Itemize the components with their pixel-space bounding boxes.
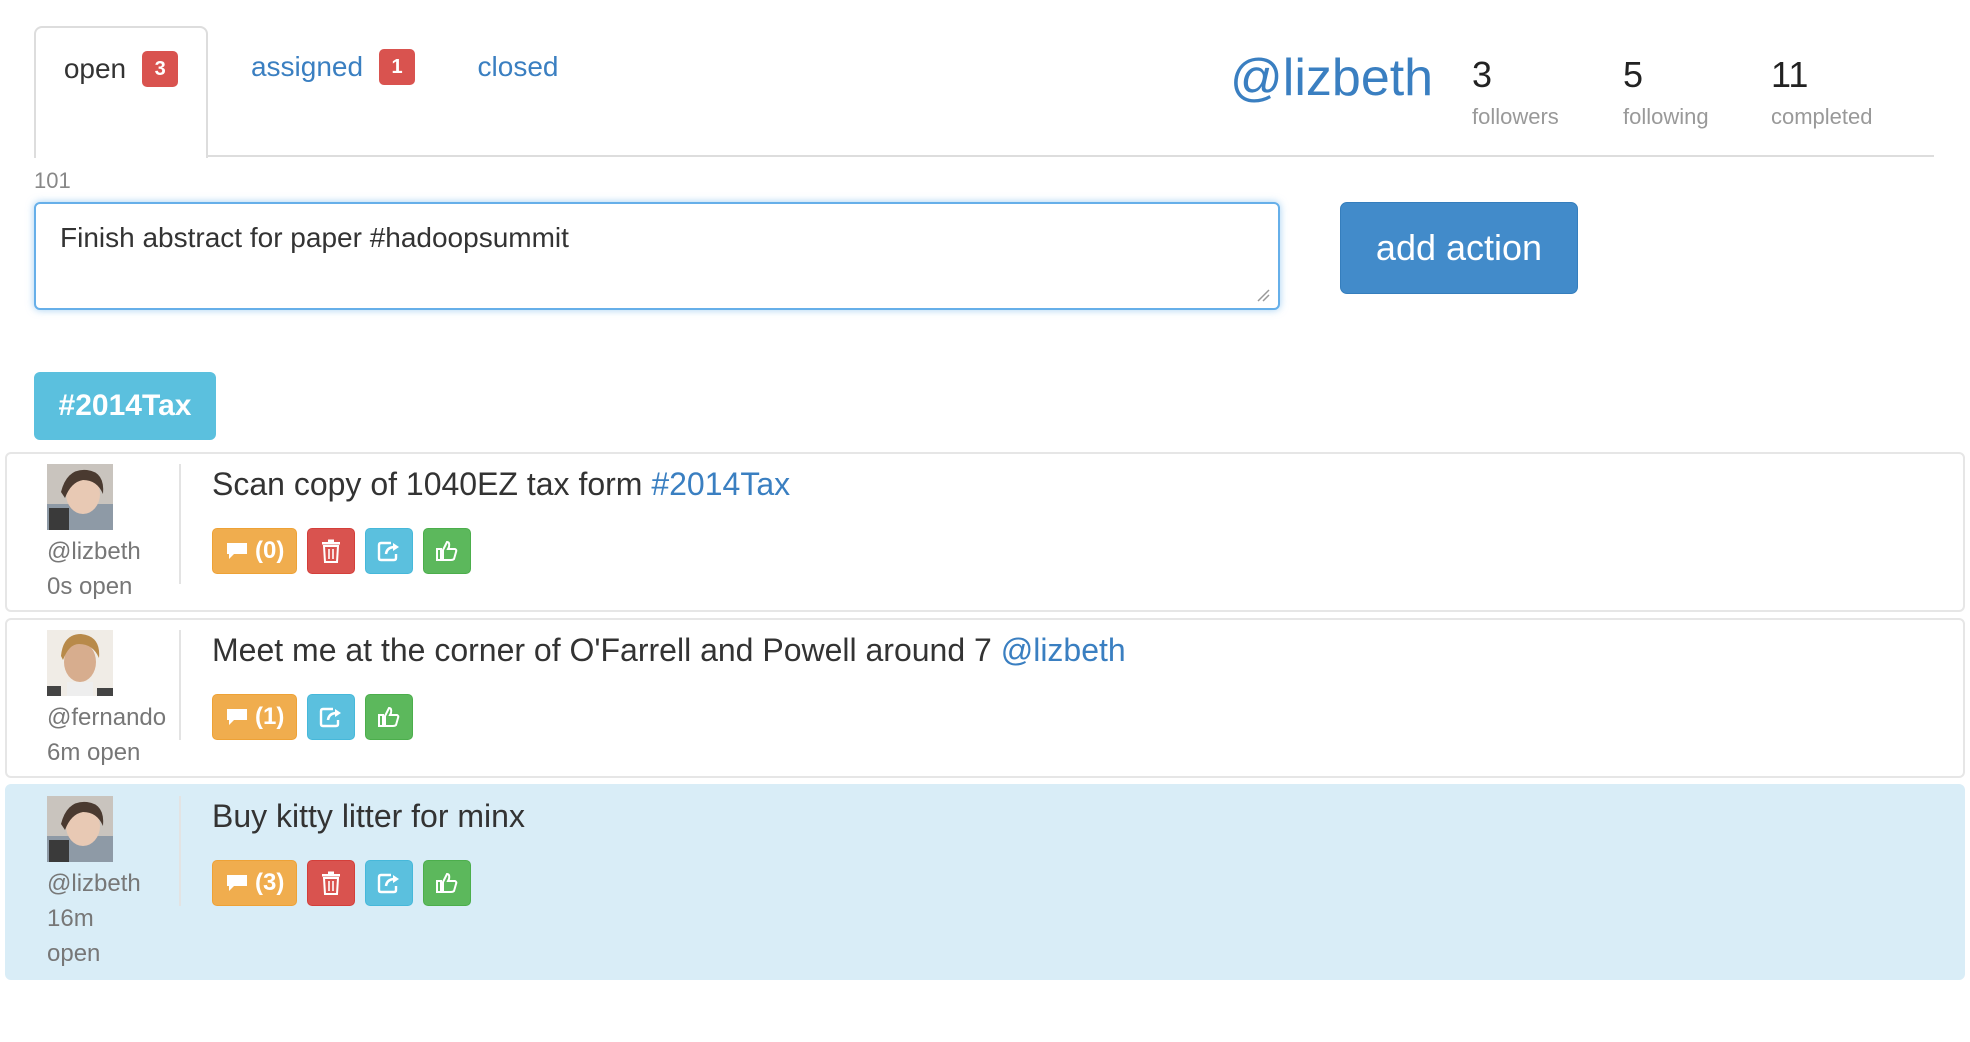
tab-open-label: open xyxy=(63,53,127,84)
tab-assigned-label: assigned xyxy=(250,51,364,82)
comments-button[interactable]: (3) xyxy=(212,860,298,906)
item-text-body: Meet me at the corner of O'Farrell and P… xyxy=(212,632,1001,668)
profile-handle[interactable]: @lizbeth xyxy=(1230,48,1433,108)
stat-following-value: 5 xyxy=(1623,54,1644,95)
action-item[interactable]: @fernando 6m open Meet me at the corner … xyxy=(5,618,1965,778)
item-text-body: Buy kitty litter for minx xyxy=(212,798,525,834)
character-counter: 101 xyxy=(34,168,71,193)
tab-open-count-badge: 3 xyxy=(142,51,179,87)
item-text: Meet me at the corner of O'Farrell and P… xyxy=(212,632,1126,669)
hashtag-filter-button[interactable]: #2014Tax xyxy=(34,372,216,440)
item-meta: @lizbeth 0s open xyxy=(47,534,187,604)
item-actions: (1) xyxy=(212,694,414,740)
stat-completed-value: 11 xyxy=(1771,54,1809,95)
item-age: 6m open xyxy=(47,739,141,766)
avatar[interactable] xyxy=(47,796,113,862)
like-button[interactable] xyxy=(423,860,472,906)
item-divider xyxy=(179,464,181,584)
item-text-body: Scan copy of 1040EZ tax form xyxy=(212,466,652,502)
action-item[interactable]: @lizbeth 0s open Scan copy of 1040EZ tax… xyxy=(5,452,1965,612)
item-meta: @lizbeth 16m open xyxy=(47,866,187,971)
action-textarea-value: Finish abstract for paper #hadoopsummit xyxy=(60,222,569,253)
thumbs-up-icon xyxy=(436,872,458,893)
comments-count: (1) xyxy=(255,703,285,730)
stat-followers[interactable]: 3 followers xyxy=(1472,54,1612,130)
share-button[interactable] xyxy=(365,860,414,906)
comment-icon xyxy=(227,543,247,559)
item-age: 16m xyxy=(47,905,94,932)
comments-button[interactable]: (0) xyxy=(212,528,298,574)
thumbs-up-icon xyxy=(436,540,458,561)
item-mention-link[interactable]: @lizbeth xyxy=(1001,632,1126,668)
stat-following[interactable]: 5 following xyxy=(1623,54,1763,130)
comment-icon xyxy=(227,875,247,891)
delete-button[interactable] xyxy=(307,528,356,574)
comment-icon xyxy=(227,709,247,725)
add-action-button[interactable]: add action xyxy=(1340,202,1578,294)
trash-icon xyxy=(322,871,341,895)
share-icon xyxy=(378,873,400,894)
comments-count: (0) xyxy=(255,537,285,564)
item-hashtag-link[interactable]: #2014Tax xyxy=(651,466,790,502)
item-user[interactable]: @lizbeth xyxy=(47,534,187,569)
thumbs-up-icon xyxy=(378,706,400,727)
item-divider xyxy=(179,630,181,740)
stat-completed-label: completed xyxy=(1771,104,1873,129)
item-actions: (3) xyxy=(212,860,472,906)
like-button[interactable] xyxy=(365,694,414,740)
stat-followers-value: 3 xyxy=(1472,54,1493,95)
share-icon xyxy=(378,541,400,562)
resize-grip-icon[interactable] xyxy=(1256,288,1270,302)
like-button[interactable] xyxy=(423,528,472,574)
item-meta: @fernando 6m open xyxy=(47,700,187,770)
stat-followers-label: followers xyxy=(1472,104,1559,129)
item-text: Buy kitty litter for minx xyxy=(212,798,525,835)
item-age: 0s open xyxy=(47,573,133,600)
tab-open[interactable]: open 3 xyxy=(34,26,208,158)
comments-count: (3) xyxy=(255,869,285,896)
share-button[interactable] xyxy=(307,694,356,740)
avatar[interactable] xyxy=(47,630,113,696)
item-text: Scan copy of 1040EZ tax form #2014Tax xyxy=(212,466,790,503)
action-item[interactable]: @lizbeth 16m open Buy kitty litter for m… xyxy=(5,784,1965,980)
share-icon xyxy=(320,707,342,728)
item-divider xyxy=(179,796,181,906)
avatar[interactable] xyxy=(47,464,113,530)
item-user[interactable]: @fernando xyxy=(47,700,187,735)
tab-closed[interactable]: closed xyxy=(458,26,578,156)
stat-completed[interactable]: 11 completed xyxy=(1771,54,1931,130)
item-actions: (0) xyxy=(212,528,472,574)
tab-closed-label: closed xyxy=(477,51,559,82)
tab-assigned[interactable]: assigned 1 xyxy=(228,26,438,156)
comments-button[interactable]: (1) xyxy=(212,694,298,740)
delete-button[interactable] xyxy=(307,860,356,906)
item-user[interactable]: @lizbeth xyxy=(47,866,187,901)
item-status: open xyxy=(47,940,101,967)
action-textarea[interactable]: Finish abstract for paper #hadoopsummit xyxy=(34,202,1280,310)
trash-icon xyxy=(322,539,341,563)
tab-assigned-count-badge: 1 xyxy=(379,49,416,85)
share-button[interactable] xyxy=(365,528,414,574)
stat-following-label: following xyxy=(1623,104,1709,129)
